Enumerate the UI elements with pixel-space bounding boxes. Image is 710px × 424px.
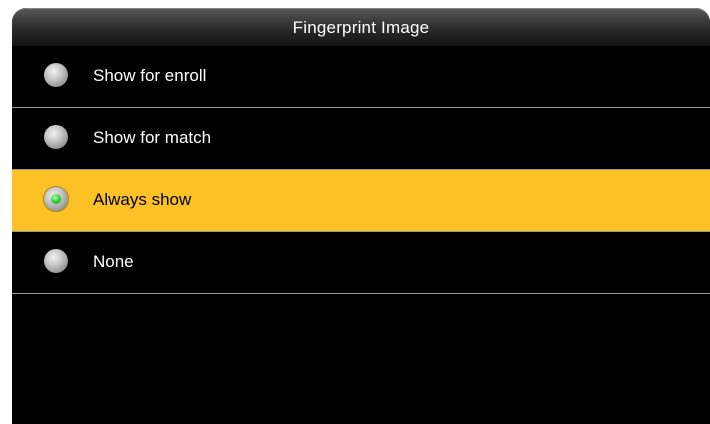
- radio-button-icon[interactable]: [44, 249, 68, 273]
- option-label: Always show: [93, 190, 192, 209]
- radio-button-icon[interactable]: [44, 187, 68, 211]
- title-bar: Fingerprint Image: [12, 8, 710, 46]
- radio-selected-dot-icon: [51, 194, 61, 204]
- option-none[interactable]: None: [12, 232, 710, 294]
- option-always-show[interactable]: Always show: [12, 170, 710, 232]
- option-list: Show for enroll Show for match Always sh…: [12, 46, 710, 294]
- option-label: Show for match: [93, 128, 212, 147]
- radio-button-icon[interactable]: [44, 125, 68, 149]
- page-title: Fingerprint Image: [292, 18, 430, 37]
- radio-button-icon[interactable]: [44, 63, 68, 87]
- option-label: None: [93, 252, 134, 271]
- option-show-for-match[interactable]: Show for match: [12, 108, 710, 170]
- option-label: Show for enroll: [93, 66, 207, 85]
- device-screen: Fingerprint Image Show for enroll Show f…: [12, 8, 710, 424]
- option-show-for-enroll[interactable]: Show for enroll: [12, 46, 710, 108]
